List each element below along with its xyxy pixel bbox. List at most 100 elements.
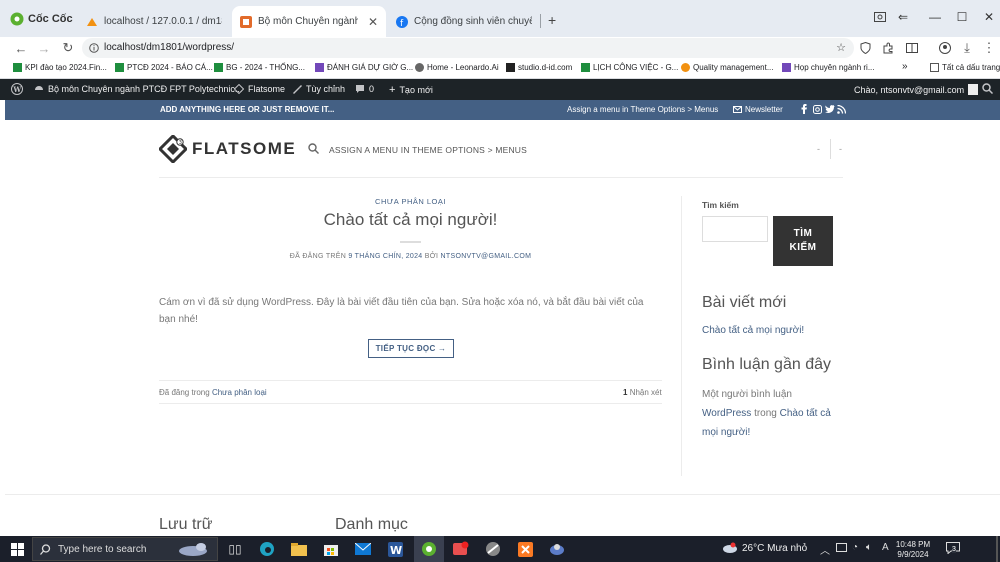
wordpress-logo-icon[interactable]: W: [11, 83, 23, 95]
file-explorer-icon[interactable]: [290, 540, 308, 558]
sidebar-search-input[interactable]: [702, 216, 768, 242]
download-icon[interactable]: ⤓: [959, 40, 975, 56]
rss-icon[interactable]: [837, 105, 846, 114]
bookmark-item[interactable]: KPI đào tạo 2024.Fin...: [13, 63, 107, 72]
close-tab-icon[interactable]: ✕: [368, 15, 378, 29]
tab-facebook[interactable]: f Cộng đồng sinh viên chuyên ngàn: [388, 6, 540, 37]
profile-icon[interactable]: [937, 40, 953, 56]
weather-text: 26°C Mưa nhỏ: [742, 543, 808, 554]
header-right-item[interactable]: -: [817, 144, 820, 154]
address-bar[interactable]: localhost/dm1801/wordpress/ ☆: [82, 38, 854, 58]
bookmark-item[interactable]: Quality management...: [681, 63, 773, 72]
recent-post-link[interactable]: Chào tất cả mọi người!: [702, 321, 804, 340]
sidebar-search-button[interactable]: TÌM KIẾM: [773, 216, 833, 266]
comment-post-link-cont[interactable]: mọi người!: [702, 423, 842, 442]
phpmyadmin-icon: [87, 17, 97, 26]
mail-icon[interactable]: [354, 540, 372, 558]
admin-customize[interactable]: Tùy chỉnh: [292, 84, 345, 94]
comment-author-link[interactable]: WordPress: [702, 408, 751, 419]
site-info-icon[interactable]: [89, 43, 99, 53]
post-author-link[interactable]: NTSONVTV@GMAIL.COM: [441, 253, 532, 260]
edge-icon[interactable]: [258, 540, 276, 558]
comment-post-link[interactable]: Chào tất cả: [780, 408, 831, 419]
coccoc-logo-icon: [10, 12, 24, 26]
weather-widget[interactable]: 26°C Mưa nhỏ: [722, 542, 807, 555]
menu-dots-icon[interactable]: ⋮: [981, 40, 997, 56]
categories-title: Danh mục: [335, 516, 408, 533]
post-category-link[interactable]: Chưa phân loại: [212, 388, 267, 397]
shield-icon[interactable]: [857, 40, 873, 56]
post-category[interactable]: CHƯA PHÂN LOẠI: [159, 197, 662, 206]
forward-icon[interactable]: →: [36, 40, 52, 56]
bookmark-item[interactable]: studio.d-id.com: [506, 63, 572, 72]
maximize-icon[interactable]: ☐: [955, 10, 969, 24]
extensions-icon[interactable]: [880, 40, 896, 56]
volume-icon[interactable]: 🔈︎: [866, 542, 872, 553]
sidebar-toggle-icon[interactable]: ⇐: [896, 10, 910, 24]
post-footer-bottom-divider: [159, 403, 662, 404]
notification-center-icon[interactable]: 3: [946, 542, 962, 556]
twitter-icon[interactable]: [825, 105, 835, 114]
sheets-icon: [214, 63, 223, 72]
tab-wordpress-site[interactable]: Bộ môn Chuyên ngành PTCĐ ✕: [232, 6, 386, 37]
store-icon[interactable]: [322, 540, 340, 558]
admin-account[interactable]: Chào, ntsonvtv@gmail.com: [854, 84, 979, 95]
admin-site-name[interactable]: Bộ môn Chuyên ngành PTCĐ FPT Polytechnic…: [34, 84, 242, 94]
header-right-item[interactable]: -: [839, 144, 842, 154]
bookmark-star-icon[interactable]: ☆: [836, 41, 846, 54]
network-app-icon[interactable]: [548, 540, 566, 558]
close-window-icon[interactable]: ✕: [982, 10, 996, 24]
post-excerpt: Cám ơn vì đã sử dụng WordPress. Đây là b…: [159, 297, 644, 325]
reading-list-icon[interactable]: [904, 40, 920, 56]
bookmark-item[interactable]: PTCĐ 2024 - BÁO CÁ...: [115, 63, 213, 72]
browser-brand-label: Cốc Cốc: [28, 13, 73, 25]
header-menu-hint[interactable]: ASSIGN A MENU IN THEME OPTIONS > MENUS: [329, 145, 527, 155]
newsletter-link[interactable]: Newsletter: [733, 105, 783, 114]
tab-search-icon[interactable]: [873, 10, 887, 24]
bookmark-item[interactable]: ĐÁNH GIÁ DỰ GIỜ G...: [315, 63, 413, 72]
bookmark-item[interactable]: LỊCH CÔNG VIỆC - G...: [581, 63, 678, 72]
tab-phpmyadmin[interactable]: localhost / 127.0.0.1 / dm1801 | p: [78, 6, 230, 37]
task-view-icon[interactable]: ▯▯: [226, 540, 244, 558]
sidebar-divider: [681, 196, 682, 476]
network-icon[interactable]: ◔: [852, 542, 858, 553]
word-icon[interactable]: W: [386, 540, 404, 558]
site-logo[interactable]: 3 FLATSOME: [159, 135, 296, 163]
back-icon[interactable]: ←: [13, 40, 29, 56]
instagram-icon[interactable]: [813, 105, 822, 114]
more-bookmarks-button[interactable]: »: [902, 61, 908, 72]
read-more-button[interactable]: TIẾP TỤC ĐỌC →: [368, 339, 454, 358]
browser-brand[interactable]: Cốc Cốc: [10, 12, 73, 26]
tray-chevron-up-icon[interactable]: ︿: [820, 542, 830, 557]
coccoc-taskbar-icon[interactable]: [420, 540, 438, 558]
admin-new[interactable]: + Tạo mới: [389, 84, 433, 96]
xampp-icon[interactable]: [516, 540, 534, 558]
all-bookmarks[interactable]: Tất cả dấu trang: [930, 63, 1000, 72]
input-method-icon[interactable]: A: [882, 542, 889, 553]
tray-device-icon[interactable]: [836, 543, 847, 553]
header-search-icon[interactable]: [308, 143, 319, 154]
facebook-icon[interactable]: [801, 104, 809, 114]
post-comments-link[interactable]: 1 Nhận xét: [623, 388, 662, 397]
snipping-icon[interactable]: [484, 540, 502, 558]
bookmark-item[interactable]: BG - 2024 - THỐNG...: [214, 63, 305, 72]
post-date-link[interactable]: 9 THÁNG CHÍN, 2024: [348, 253, 422, 260]
post-title[interactable]: Chào tất cả mọi người!: [159, 210, 662, 230]
taskbar-search[interactable]: Type here to search: [32, 537, 218, 561]
show-desktop-button[interactable]: [996, 536, 998, 562]
post-footer-top-divider: [159, 380, 662, 381]
svg-text:W: W: [12, 85, 21, 94]
reload-icon[interactable]: ↻: [60, 40, 76, 56]
new-tab-button[interactable]: +: [548, 12, 556, 28]
admin-flatsome[interactable]: Flatsome: [234, 84, 285, 94]
top-bar-menu-hint[interactable]: Assign a menu in Theme Options > Menus: [567, 105, 718, 114]
bookmark-item[interactable]: Home - Leonardo.Ai: [415, 63, 499, 72]
minimize-icon[interactable]: —: [928, 10, 942, 24]
windows-start-icon[interactable]: [8, 540, 26, 558]
admin-comments[interactable]: 0: [355, 84, 374, 94]
admin-search-icon[interactable]: [982, 83, 993, 94]
clock[interactable]: 10:48 PM 9/9/2024: [893, 540, 933, 560]
app-notification-icon[interactable]: [452, 540, 470, 558]
recent-posts-title: Bài viết mới: [702, 294, 787, 311]
bookmark-item[interactable]: Họp chuyên ngành ri...: [782, 63, 875, 72]
